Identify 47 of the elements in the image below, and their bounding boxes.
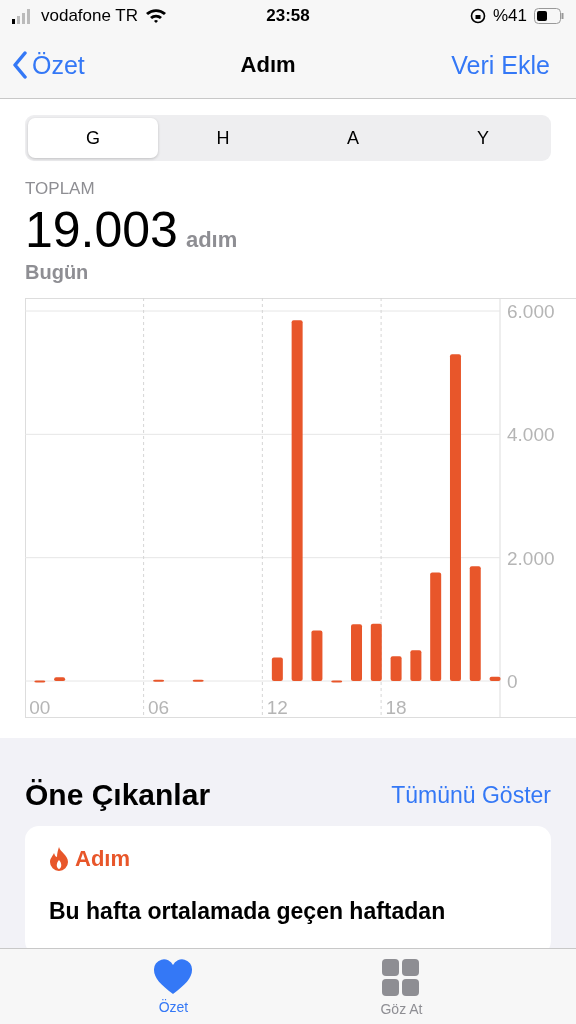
unit-label: adım: [185, 227, 238, 253]
segment-tab[interactable]: H: [158, 118, 288, 158]
period-label: Bugün: [25, 261, 90, 284]
bar: [390, 656, 402, 681]
bar: [271, 657, 283, 681]
segment-tab[interactable]: Y: [418, 118, 548, 158]
battery-percent: %41: [492, 6, 527, 26]
battery-icon: [534, 8, 564, 24]
highlight-card[interactable]: Adım Bu hafta ortalamada geçen haftadan: [25, 826, 551, 948]
show-all-link[interactable]: Tümünü Göster: [391, 781, 551, 809]
axis-label: 4.000: [507, 424, 555, 446]
bar: [410, 650, 422, 681]
bar: [370, 623, 382, 681]
axis-label: 18: [385, 697, 407, 718]
axis-label: 2.000: [507, 547, 555, 569]
carrier-name: vodafone TR: [41, 6, 139, 26]
segment-tab[interactable]: G: [28, 118, 158, 158]
page-title: Adım: [240, 52, 296, 78]
bar: [311, 630, 323, 681]
card-category: Adım: [75, 846, 130, 872]
tab-bar-item[interactable]: Özet: [147, 949, 200, 1024]
bar: [153, 679, 165, 682]
bar: [489, 676, 501, 681]
bar: [192, 679, 204, 682]
back-button[interactable]: Özet: [12, 50, 85, 80]
chevron-left-icon: [12, 51, 28, 79]
axis-label: 6.000: [507, 301, 555, 322]
flame-icon: [49, 847, 69, 871]
grid-icon: [382, 959, 421, 997]
step-count: 19.003: [25, 201, 178, 259]
segment-tab[interactable]: A: [288, 118, 418, 158]
add-data-button[interactable]: Veri Ekle: [451, 50, 550, 80]
clock: 23:58: [266, 6, 310, 26]
bar: [351, 624, 362, 681]
section-title: Öne Çıkanlar: [25, 778, 211, 812]
bar: [331, 680, 343, 683]
card-text: Bu hafta ortalamada geçen haftadan: [49, 898, 447, 925]
total-label: TOPLAM: [25, 179, 96, 199]
wifi-icon: [145, 8, 168, 24]
axis-label: 06: [148, 697, 170, 718]
axis-label: 0: [507, 671, 518, 692]
bar: [34, 680, 46, 683]
bar: [54, 677, 66, 681]
axis-label: 00: [29, 697, 51, 718]
heart-icon: [153, 959, 194, 995]
rotation-lock-icon: [469, 8, 486, 24]
axis-label: 12: [266, 697, 288, 718]
